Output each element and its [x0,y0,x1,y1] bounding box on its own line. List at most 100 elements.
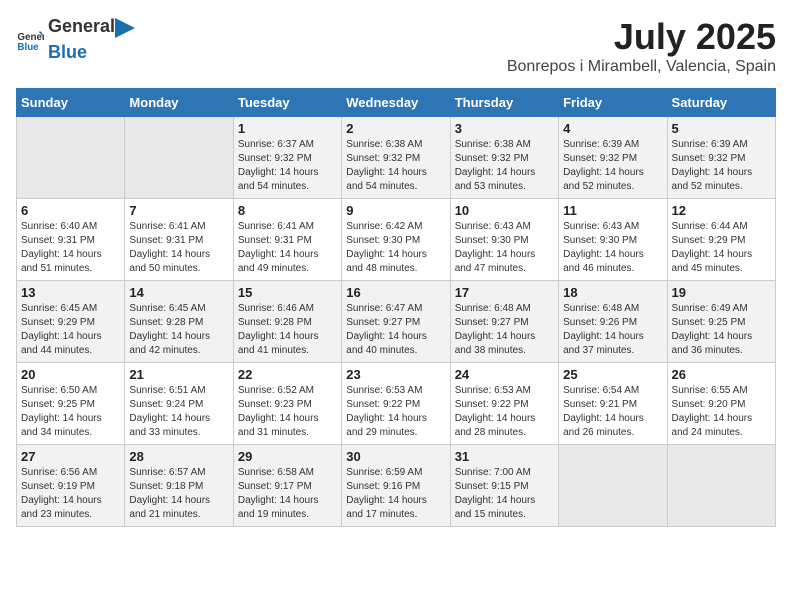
day-number: 26 [672,367,771,382]
table-row: 2 Sunrise: 6:38 AMSunset: 9:32 PMDayligh… [342,117,450,199]
day-detail: Sunrise: 6:50 AMSunset: 9:25 PMDaylight:… [21,385,102,438]
day-detail: Sunrise: 6:39 AMSunset: 9:32 PMDaylight:… [672,139,753,192]
table-row: 29 Sunrise: 6:58 AMSunset: 9:17 PMDaylig… [233,445,341,527]
day-number: 27 [21,449,120,464]
day-detail: Sunrise: 6:40 AMSunset: 9:31 PMDaylight:… [21,221,102,274]
logo: General Blue General Blue [16,16,135,63]
header-saturday: Saturday [667,89,775,117]
day-number: 28 [129,449,228,464]
table-row [17,117,125,199]
table-row: 14 Sunrise: 6:45 AMSunset: 9:28 PMDaylig… [125,281,233,363]
table-row: 22 Sunrise: 6:52 AMSunset: 9:23 PMDaylig… [233,363,341,445]
day-number: 25 [563,367,662,382]
day-detail: Sunrise: 6:58 AMSunset: 9:17 PMDaylight:… [238,467,319,520]
table-row: 9 Sunrise: 6:42 AMSunset: 9:30 PMDayligh… [342,199,450,281]
day-number: 3 [455,121,554,136]
day-detail: Sunrise: 6:57 AMSunset: 9:18 PMDaylight:… [129,467,210,520]
header-friday: Friday [559,89,667,117]
table-row: 4 Sunrise: 6:39 AMSunset: 9:32 PMDayligh… [559,117,667,199]
calendar-week-row: 1 Sunrise: 6:37 AMSunset: 9:32 PMDayligh… [17,117,776,199]
subtitle: Bonrepos i Mirambell, Valencia, Spain [507,58,776,76]
table-row: 20 Sunrise: 6:50 AMSunset: 9:25 PMDaylig… [17,363,125,445]
day-number: 31 [455,449,554,464]
day-number: 23 [346,367,445,382]
day-number: 4 [563,121,662,136]
table-row: 25 Sunrise: 6:54 AMSunset: 9:21 PMDaylig… [559,363,667,445]
logo-triangle-icon [115,18,135,42]
header: General Blue General Blue July 2025 Bonr… [16,16,776,76]
day-detail: Sunrise: 6:53 AMSunset: 9:22 PMDaylight:… [455,385,536,438]
calendar-week-row: 27 Sunrise: 6:56 AMSunset: 9:19 PMDaylig… [17,445,776,527]
weekday-header-row: Sunday Monday Tuesday Wednesday Thursday… [17,89,776,117]
table-row: 28 Sunrise: 6:57 AMSunset: 9:18 PMDaylig… [125,445,233,527]
table-row: 1 Sunrise: 6:37 AMSunset: 9:32 PMDayligh… [233,117,341,199]
table-row: 15 Sunrise: 6:46 AMSunset: 9:28 PMDaylig… [233,281,341,363]
day-number: 15 [238,285,337,300]
day-detail: Sunrise: 6:41 AMSunset: 9:31 PMDaylight:… [129,221,210,274]
day-number: 22 [238,367,337,382]
header-monday: Monday [125,89,233,117]
table-row: 26 Sunrise: 6:55 AMSunset: 9:20 PMDaylig… [667,363,775,445]
day-detail: Sunrise: 6:41 AMSunset: 9:31 PMDaylight:… [238,221,319,274]
day-detail: Sunrise: 6:38 AMSunset: 9:32 PMDaylight:… [346,139,427,192]
day-detail: Sunrise: 6:54 AMSunset: 9:21 PMDaylight:… [563,385,644,438]
title-area: July 2025 Bonrepos i Mirambell, Valencia… [507,16,776,76]
day-detail: Sunrise: 6:52 AMSunset: 9:23 PMDaylight:… [238,385,319,438]
calendar-week-row: 20 Sunrise: 6:50 AMSunset: 9:25 PMDaylig… [17,363,776,445]
table-row [125,117,233,199]
day-detail: Sunrise: 6:45 AMSunset: 9:29 PMDaylight:… [21,303,102,356]
day-detail: Sunrise: 6:38 AMSunset: 9:32 PMDaylight:… [455,139,536,192]
day-number: 29 [238,449,337,464]
day-number: 19 [672,285,771,300]
header-wednesday: Wednesday [342,89,450,117]
header-thursday: Thursday [450,89,558,117]
day-detail: Sunrise: 6:48 AMSunset: 9:27 PMDaylight:… [455,303,536,356]
day-detail: Sunrise: 7:00 AMSunset: 9:15 PMDaylight:… [455,467,536,520]
day-detail: Sunrise: 6:53 AMSunset: 9:22 PMDaylight:… [346,385,427,438]
day-detail: Sunrise: 6:45 AMSunset: 9:28 PMDaylight:… [129,303,210,356]
table-row: 30 Sunrise: 6:59 AMSunset: 9:16 PMDaylig… [342,445,450,527]
day-detail: Sunrise: 6:59 AMSunset: 9:16 PMDaylight:… [346,467,427,520]
table-row: 19 Sunrise: 6:49 AMSunset: 9:25 PMDaylig… [667,281,775,363]
day-number: 20 [21,367,120,382]
day-detail: Sunrise: 6:56 AMSunset: 9:19 PMDaylight:… [21,467,102,520]
day-number: 5 [672,121,771,136]
table-row: 5 Sunrise: 6:39 AMSunset: 9:32 PMDayligh… [667,117,775,199]
day-number: 30 [346,449,445,464]
day-detail: Sunrise: 6:55 AMSunset: 9:20 PMDaylight:… [672,385,753,438]
calendar-table: Sunday Monday Tuesday Wednesday Thursday… [16,88,776,527]
table-row: 7 Sunrise: 6:41 AMSunset: 9:31 PMDayligh… [125,199,233,281]
day-number: 10 [455,203,554,218]
day-number: 17 [455,285,554,300]
table-row: 10 Sunrise: 6:43 AMSunset: 9:30 PMDaylig… [450,199,558,281]
day-number: 11 [563,203,662,218]
svg-text:Blue: Blue [17,41,39,52]
table-row [667,445,775,527]
day-number: 9 [346,203,445,218]
day-detail: Sunrise: 6:46 AMSunset: 9:28 PMDaylight:… [238,303,319,356]
table-row: 8 Sunrise: 6:41 AMSunset: 9:31 PMDayligh… [233,199,341,281]
table-row: 21 Sunrise: 6:51 AMSunset: 9:24 PMDaylig… [125,363,233,445]
day-number: 12 [672,203,771,218]
calendar-week-row: 13 Sunrise: 6:45 AMSunset: 9:29 PMDaylig… [17,281,776,363]
day-detail: Sunrise: 6:43 AMSunset: 9:30 PMDaylight:… [455,221,536,274]
logo-general: General [48,16,115,42]
day-detail: Sunrise: 6:42 AMSunset: 9:30 PMDaylight:… [346,221,427,274]
day-number: 16 [346,285,445,300]
day-detail: Sunrise: 6:43 AMSunset: 9:30 PMDaylight:… [563,221,644,274]
day-detail: Sunrise: 6:39 AMSunset: 9:32 PMDaylight:… [563,139,644,192]
day-number: 18 [563,285,662,300]
table-row: 11 Sunrise: 6:43 AMSunset: 9:30 PMDaylig… [559,199,667,281]
table-row: 27 Sunrise: 6:56 AMSunset: 9:19 PMDaylig… [17,445,125,527]
table-row: 31 Sunrise: 7:00 AMSunset: 9:15 PMDaylig… [450,445,558,527]
day-detail: Sunrise: 6:37 AMSunset: 9:32 PMDaylight:… [238,139,319,192]
day-detail: Sunrise: 6:47 AMSunset: 9:27 PMDaylight:… [346,303,427,356]
main-title: July 2025 [507,16,776,58]
day-detail: Sunrise: 6:51 AMSunset: 9:24 PMDaylight:… [129,385,210,438]
day-number: 6 [21,203,120,218]
header-sunday: Sunday [17,89,125,117]
day-detail: Sunrise: 6:48 AMSunset: 9:26 PMDaylight:… [563,303,644,356]
day-number: 2 [346,121,445,136]
day-number: 13 [21,285,120,300]
day-detail: Sunrise: 6:44 AMSunset: 9:29 PMDaylight:… [672,221,753,274]
